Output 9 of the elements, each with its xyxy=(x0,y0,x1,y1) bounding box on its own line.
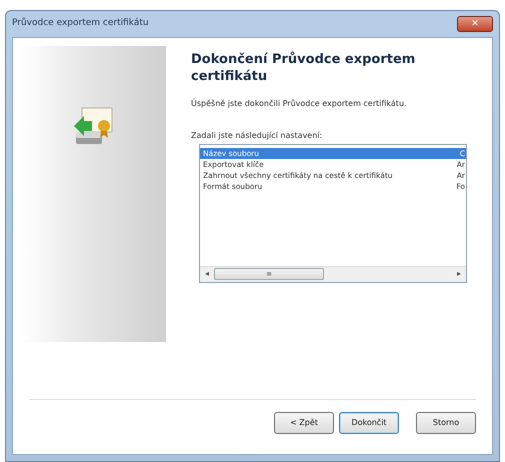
wizard-heading: Dokončení Průvodce exportem certifikátu xyxy=(191,52,416,86)
scroll-right-button[interactable]: ▸ xyxy=(452,268,466,280)
success-message: Úspěšně jste dokončili Průvodce exportem certifikátu. xyxy=(191,98,408,110)
finish-button[interactable]: Dokončit xyxy=(339,412,399,434)
scroll-left-button[interactable]: ◂ xyxy=(200,268,214,280)
settings-label: Zadali jste následující nastavení: xyxy=(191,130,324,142)
back-button[interactable]: < Zpět xyxy=(274,412,334,434)
cancel-button[interactable]: Storno xyxy=(416,412,476,434)
window-title: Průvodce exportem certifikátu xyxy=(12,17,149,30)
